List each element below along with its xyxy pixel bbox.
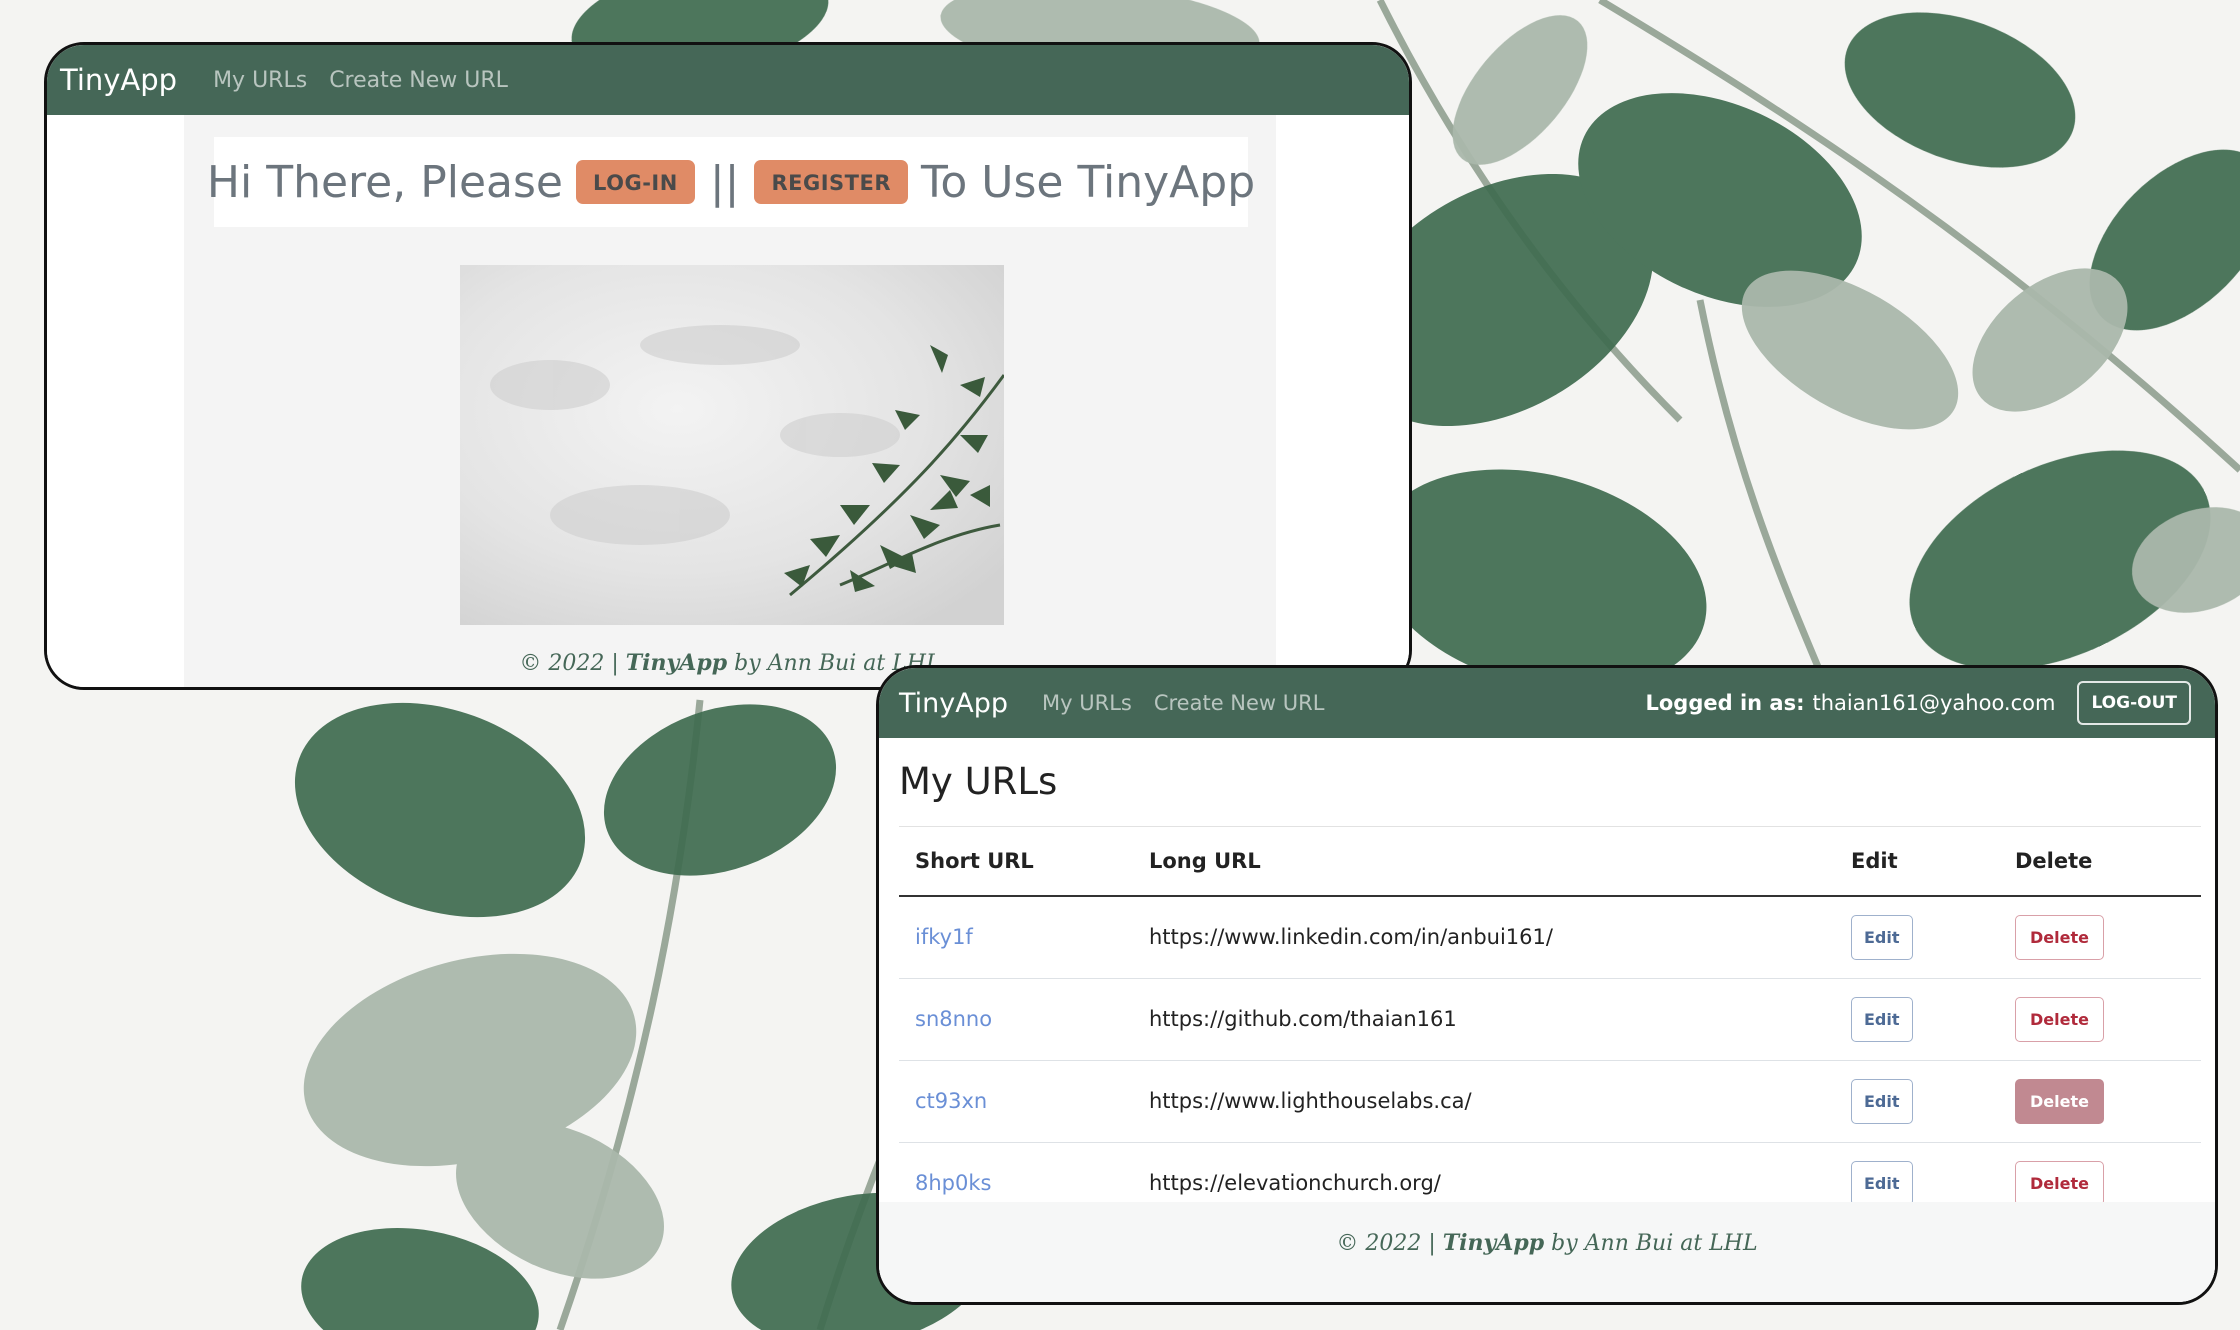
brand-link[interactable]: TinyApp (60, 63, 177, 97)
long-url: https://github.com/thaian161 (1133, 978, 1835, 1061)
table-row: ct93xn https://www.lighthouselabs.ca/ Ed… (899, 1060, 2201, 1143)
footer-suffix: by Ann Bui at LHL (1544, 1231, 1758, 1256)
long-url: https://www.lighthouselabs.ca/ (1133, 1060, 1835, 1143)
table-header-row: Short URL Long URL Edit Delete (899, 827, 2201, 897)
header-edit: Edit (1835, 827, 1999, 897)
footer-app-name: TinyApp (1442, 1230, 1545, 1256)
welcome-prefix: Hi There, Please (206, 156, 563, 208)
separator: || (709, 156, 740, 208)
delete-button[interactable]: Delete (2015, 1078, 2104, 1124)
page-body: Hi There, Please LOG-IN || REGISTER To U… (47, 115, 1409, 687)
brand-link[interactable]: TinyApp (899, 688, 1008, 719)
edit-button[interactable]: Edit (1851, 1078, 1913, 1124)
footer-prefix: © 2022 | (1336, 1231, 1443, 1256)
footer-prefix: © 2022 | (519, 651, 626, 676)
logout-button[interactable]: LOG-OUT (2077, 681, 2191, 725)
landing-window: TinyApp My URLs Create New URL Hi There,… (44, 42, 1412, 690)
login-button[interactable]: LOG-IN (575, 160, 695, 204)
footer: © 2022 | TinyApp by Ann Bui at LHL (879, 1202, 2215, 1302)
edit-button[interactable]: Edit (1851, 1160, 1913, 1206)
nav-create-url[interactable]: Create New URL (329, 68, 508, 93)
welcome-banner: Hi There, Please LOG-IN || REGISTER To U… (207, 137, 1255, 227)
page-title: My URLs (899, 760, 1058, 803)
content-container: Hi There, Please LOG-IN || REGISTER To U… (184, 115, 1276, 687)
fern-image (460, 265, 1004, 625)
short-url-link[interactable]: ct93xn (915, 1089, 987, 1113)
short-url-link[interactable]: sn8nno (915, 1007, 992, 1031)
navbar: TinyApp My URLs Create New URL Logged in… (879, 668, 2215, 738)
page-body: My URLs Short URL Long URL Edit Delete i… (879, 738, 2215, 1302)
navbar: TinyApp My URLs Create New URL (47, 45, 1409, 115)
edit-button[interactable]: Edit (1851, 914, 1913, 960)
delete-button[interactable]: Delete (2015, 914, 2104, 960)
footer-app-name: TinyApp (625, 650, 728, 676)
short-url-link[interactable]: ifky1f (915, 925, 973, 949)
header-delete: Delete (1999, 827, 2201, 897)
nav-create-url[interactable]: Create New URL (1154, 691, 1325, 715)
delete-button[interactable]: Delete (2015, 996, 2104, 1042)
edit-button[interactable]: Edit (1851, 996, 1913, 1042)
long-url: https://www.linkedin.com/in/anbui161/ (1133, 896, 1835, 979)
logged-in-label: Logged in as: (1645, 691, 1805, 715)
welcome-suffix: To Use TinyApp (921, 156, 1256, 208)
header-long-url: Long URL (1133, 827, 1835, 897)
table-row: sn8nno https://github.com/thaian161 Edit… (899, 978, 2201, 1061)
delete-button[interactable]: Delete (2015, 1160, 2104, 1206)
nav-my-urls[interactable]: My URLs (213, 68, 307, 93)
my-urls-window: TinyApp My URLs Create New URL Logged in… (876, 665, 2218, 1305)
nav-my-urls[interactable]: My URLs (1042, 691, 1132, 715)
short-url-link[interactable]: 8hp0ks (915, 1171, 991, 1195)
urls-table: Short URL Long URL Edit Delete ifky1f ht… (899, 827, 2201, 1224)
table-row: ifky1f https://www.linkedin.com/in/anbui… (899, 896, 2201, 979)
user-email: thaian161@yahoo.com (1812, 691, 2056, 715)
header-short-url: Short URL (899, 827, 1133, 897)
register-button[interactable]: REGISTER (754, 160, 908, 204)
